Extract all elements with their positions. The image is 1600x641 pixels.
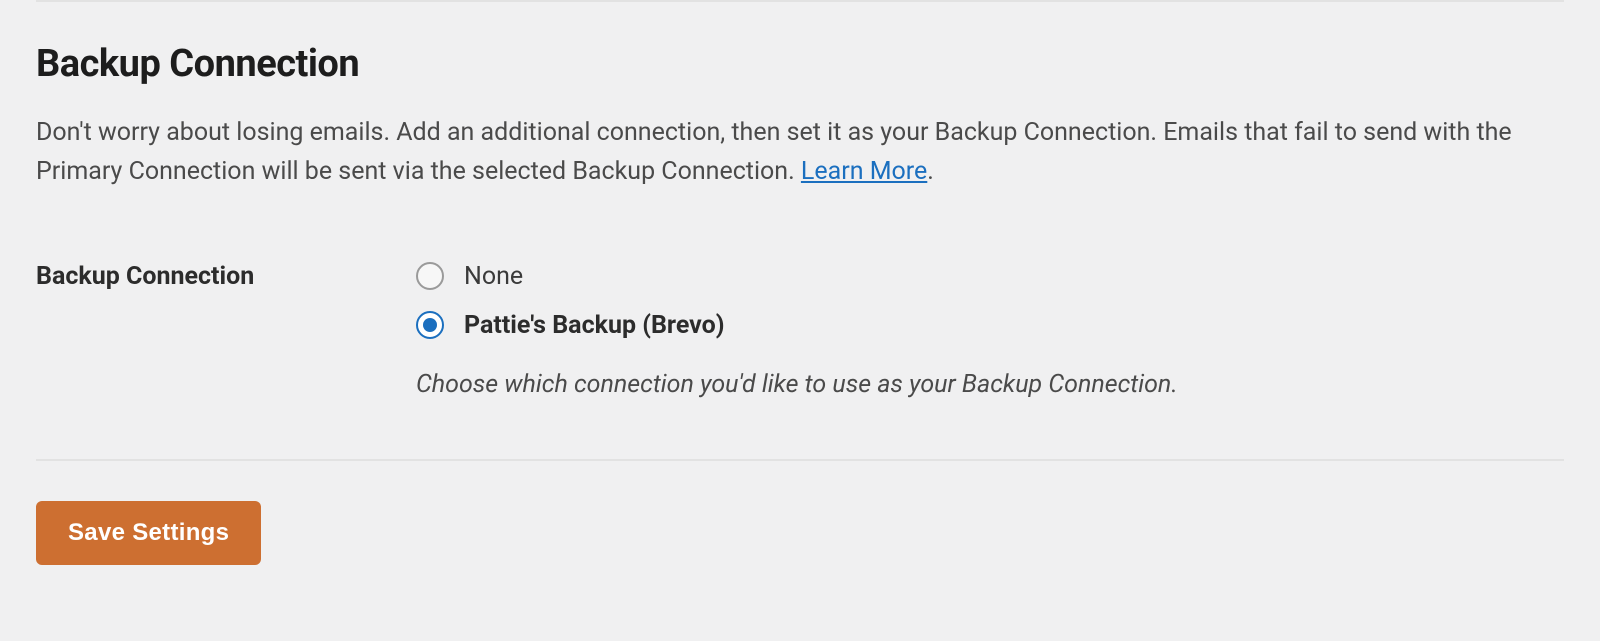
radio-icon [416,262,444,290]
backup-connection-help-text: Choose which connection you'd like to us… [416,370,1564,399]
save-settings-button[interactable]: Save Settings [36,501,261,565]
backup-connection-control: None Pattie's Backup (Brevo) Choose whic… [416,262,1564,399]
section-title: Backup Connection [36,42,1564,86]
radio-label-none: None [464,262,523,291]
radio-option-patties-backup[interactable]: Pattie's Backup (Brevo) [416,311,1564,340]
backup-connection-row: Backup Connection None Pattie's Backup (… [36,262,1564,399]
learn-more-link[interactable]: Learn More [801,157,927,186]
backup-connection-label: Backup Connection [36,262,416,291]
radio-option-none[interactable]: None [416,262,1564,291]
radio-dot-icon [423,318,437,332]
radio-label-patties-backup: Pattie's Backup (Brevo) [464,311,725,340]
radio-icon-selected [416,311,444,339]
bottom-divider [36,459,1564,461]
section-description: Don't worry about losing emails. Add an … [36,114,1556,192]
description-text-2: . [927,157,934,186]
description-text-1: Don't worry about losing emails. Add an … [36,118,1512,186]
top-divider [36,0,1564,2]
